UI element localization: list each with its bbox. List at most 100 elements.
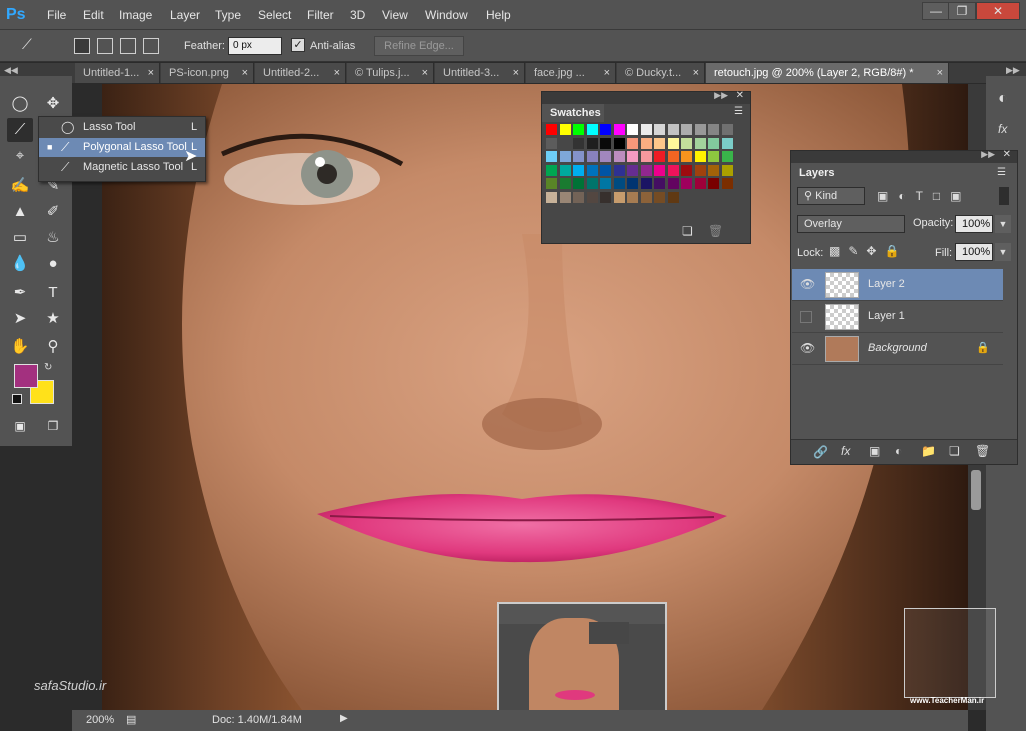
- layer-row-layer-1[interactable]: Layer 1: [792, 301, 1003, 333]
- color-swatch[interactable]: [613, 151, 625, 162]
- color-swatch[interactable]: [546, 151, 557, 162]
- styles-icon[interactable]: fx: [998, 122, 1007, 136]
- color-swatch[interactable]: [600, 164, 611, 176]
- color-swatch[interactable]: [667, 137, 679, 149]
- color-swatch[interactable]: [586, 124, 598, 135]
- color-swatch[interactable]: [654, 191, 665, 203]
- color-swatch[interactable]: [694, 137, 706, 149]
- tab-ducky[interactable]: © Ducky.t... ×: [617, 63, 705, 83]
- color-swatch[interactable]: [681, 151, 692, 162]
- eraser-tool-icon[interactable]: ▭: [7, 226, 33, 250]
- color-swatch[interactable]: [721, 124, 733, 135]
- intersect-selection-icon[interactable]: [143, 38, 159, 54]
- color-swatch[interactable]: [681, 164, 692, 176]
- zoom-tool-icon[interactable]: ⚲: [40, 335, 66, 359]
- swatches-tab[interactable]: Swatches: [542, 104, 604, 122]
- color-swatch[interactable]: [627, 151, 638, 162]
- menu-filter[interactable]: Filter: [307, 8, 334, 22]
- color-swatch[interactable]: [573, 137, 584, 149]
- minimize-button[interactable]: —: [922, 2, 950, 20]
- swap-colors-icon[interactable]: ↻: [44, 362, 52, 373]
- color-swatch[interactable]: [600, 191, 611, 203]
- tab-untitled-2[interactable]: Untitled-2... ×: [255, 63, 346, 83]
- color-swatch[interactable]: [654, 164, 665, 176]
- panel-menu-icon[interactable]: ☰: [997, 167, 1006, 178]
- blend-mode-select[interactable]: Overlay: [797, 215, 905, 233]
- fill-dropdown-icon[interactable]: ▼: [995, 243, 1011, 261]
- color-swatch[interactable]: [721, 151, 733, 162]
- link-layers-icon[interactable]: 🔗: [813, 445, 828, 459]
- delete-layer-icon[interactable]: 🗑: [975, 444, 990, 458]
- flyout-item-lasso[interactable]: ◯ Lasso Tool L: [39, 118, 205, 137]
- fill-input[interactable]: 100%: [955, 243, 993, 261]
- color-swatch[interactable]: [667, 191, 679, 203]
- color-swatch[interactable]: [708, 137, 719, 149]
- color-swatch[interactable]: [721, 178, 733, 189]
- color-swatch[interactable]: [573, 151, 584, 162]
- path-selection-tool-icon[interactable]: ➤: [7, 307, 33, 331]
- color-swatch[interactable]: [600, 137, 611, 149]
- menu-type[interactable]: Type: [215, 8, 241, 22]
- filter-toggle[interactable]: [999, 187, 1009, 205]
- menu-view[interactable]: View: [382, 8, 408, 22]
- visibility-toggle-empty-icon[interactable]: [800, 311, 812, 323]
- menu-image[interactable]: Image: [119, 8, 152, 22]
- close-window-button[interactable]: ✕: [976, 2, 1020, 20]
- color-swatch[interactable]: [721, 164, 733, 176]
- tab-ps-icon[interactable]: PS-icon.png ×: [161, 63, 254, 83]
- swatches-panel-header[interactable]: ▶▶ ✕: [542, 90, 750, 104]
- close-tab-icon[interactable]: ×: [242, 63, 248, 83]
- new-group-icon[interactable]: 📁: [921, 444, 936, 458]
- feather-input[interactable]: 0 px: [228, 37, 282, 55]
- collapse-toolbox-icon[interactable]: ◀◀: [4, 65, 18, 76]
- menu-layer[interactable]: Layer: [170, 8, 200, 22]
- layer-row-layer-2[interactable]: 👁 Layer 2: [792, 269, 1003, 301]
- color-swatch[interactable]: [600, 178, 611, 189]
- lock-icons[interactable]: ▩✎✥🔒: [829, 244, 907, 258]
- color-swatch[interactable]: [613, 164, 625, 176]
- adjustments-icon[interactable]: ◐: [998, 90, 1008, 108]
- color-swatch[interactable]: [667, 124, 679, 135]
- close-tab-icon[interactable]: ×: [334, 63, 340, 83]
- delete-swatch-icon[interactable]: 🗑: [708, 224, 723, 238]
- tab-retouch[interactable]: retouch.jpg @ 200% (Layer 2, RGB/8#) * ×: [706, 63, 949, 83]
- tab-untitled-3[interactable]: Untitled-3... ×: [435, 63, 525, 83]
- color-swatch[interactable]: [573, 178, 584, 189]
- type-tool-icon[interactable]: T: [40, 281, 66, 305]
- tab-face[interactable]: face.jpg ... ×: [526, 63, 616, 83]
- status-menu-arrow-icon[interactable]: ▶: [340, 713, 348, 724]
- color-swatch[interactable]: [613, 137, 625, 149]
- opacity-dropdown-icon[interactable]: ▼: [995, 215, 1011, 233]
- marquee-tool-icon[interactable]: ◯: [7, 92, 33, 116]
- antialias-checkbox[interactable]: ✓: [291, 38, 305, 52]
- color-swatch[interactable]: [573, 164, 584, 176]
- color-swatch[interactable]: [627, 124, 638, 135]
- status-info-icon[interactable]: ▤: [126, 713, 136, 726]
- color-swatch[interactable]: [546, 137, 557, 149]
- pen-tool-icon[interactable]: ✒: [7, 281, 33, 305]
- color-swatch[interactable]: [667, 178, 679, 189]
- color-swatch[interactable]: [586, 151, 598, 162]
- color-swatch[interactable]: [681, 137, 692, 149]
- default-colors-icon[interactable]: [12, 394, 22, 404]
- color-swatch[interactable]: [654, 151, 665, 162]
- add-mask-icon[interactable]: ▣: [869, 444, 880, 458]
- color-swatch[interactable]: [573, 124, 584, 135]
- close-tab-icon[interactable]: ×: [937, 63, 943, 83]
- collapse-panel-icon[interactable]: ▶▶: [981, 149, 995, 160]
- color-swatch[interactable]: [586, 178, 598, 189]
- visibility-eye-icon[interactable]: 👁: [800, 277, 815, 291]
- color-swatch[interactable]: [559, 164, 571, 176]
- color-swatch[interactable]: [708, 151, 719, 162]
- flyout-item-magnetic-lasso[interactable]: ⟋ Magnetic Lasso Tool L: [39, 158, 205, 177]
- crop-tool-icon[interactable]: ⌖: [7, 144, 33, 168]
- color-swatch[interactable]: [559, 178, 571, 189]
- navigator-thumbnail[interactable]: [497, 602, 667, 724]
- add-to-selection-icon[interactable]: [97, 38, 113, 54]
- close-tab-icon[interactable]: ×: [693, 63, 699, 83]
- tab-tulips[interactable]: © Tulips.j... ×: [347, 63, 434, 83]
- color-swatch[interactable]: [681, 124, 692, 135]
- color-swatch[interactable]: [546, 124, 557, 135]
- polygonal-lasso-tool-icon[interactable]: ⟋: [7, 118, 33, 142]
- color-swatch[interactable]: [600, 124, 611, 135]
